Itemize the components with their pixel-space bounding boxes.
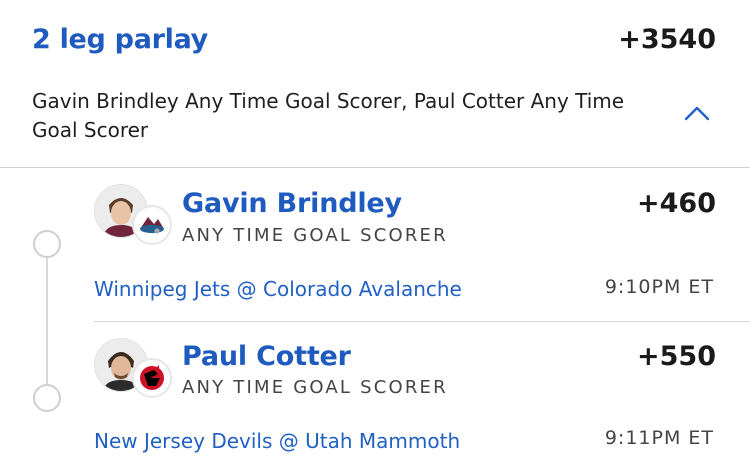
leg-divider <box>94 321 750 322</box>
chevron-up-icon[interactable] <box>682 103 712 123</box>
leg-odds: +460 <box>637 188 716 219</box>
leg-game-time: 9:11PM ET <box>604 427 714 449</box>
leg-market: ANY TIME GOAL SCORER <box>182 377 448 398</box>
leg-game-link[interactable]: New Jersey Devils @ Utah Mammoth <box>94 429 460 453</box>
leg-odds: +550 <box>637 341 716 372</box>
leg-game-time: 9:10PM ET <box>604 276 714 298</box>
leg-player-name: Gavin Brindley <box>182 188 402 219</box>
leg-player-name: Paul Cotter <box>182 341 351 372</box>
leg-market: ANY TIME GOAL SCORER <box>182 225 448 246</box>
leg-game-link[interactable]: Winnipeg Jets @ Colorado Avalanche <box>94 277 462 301</box>
colorado-avalanche-logo <box>132 205 172 245</box>
parlay-odds: +3540 <box>618 24 716 55</box>
leg-1-marker <box>33 230 61 258</box>
new-jersey-devils-logo <box>132 358 172 398</box>
leg-timeline <box>46 242 48 397</box>
parlay-description: Gavin Brindley Any Time Goal Scorer, Pau… <box>32 89 625 142</box>
leg-2-marker <box>33 384 61 412</box>
parlay-title: 2 leg parlay <box>32 24 208 55</box>
header-divider <box>0 167 750 168</box>
